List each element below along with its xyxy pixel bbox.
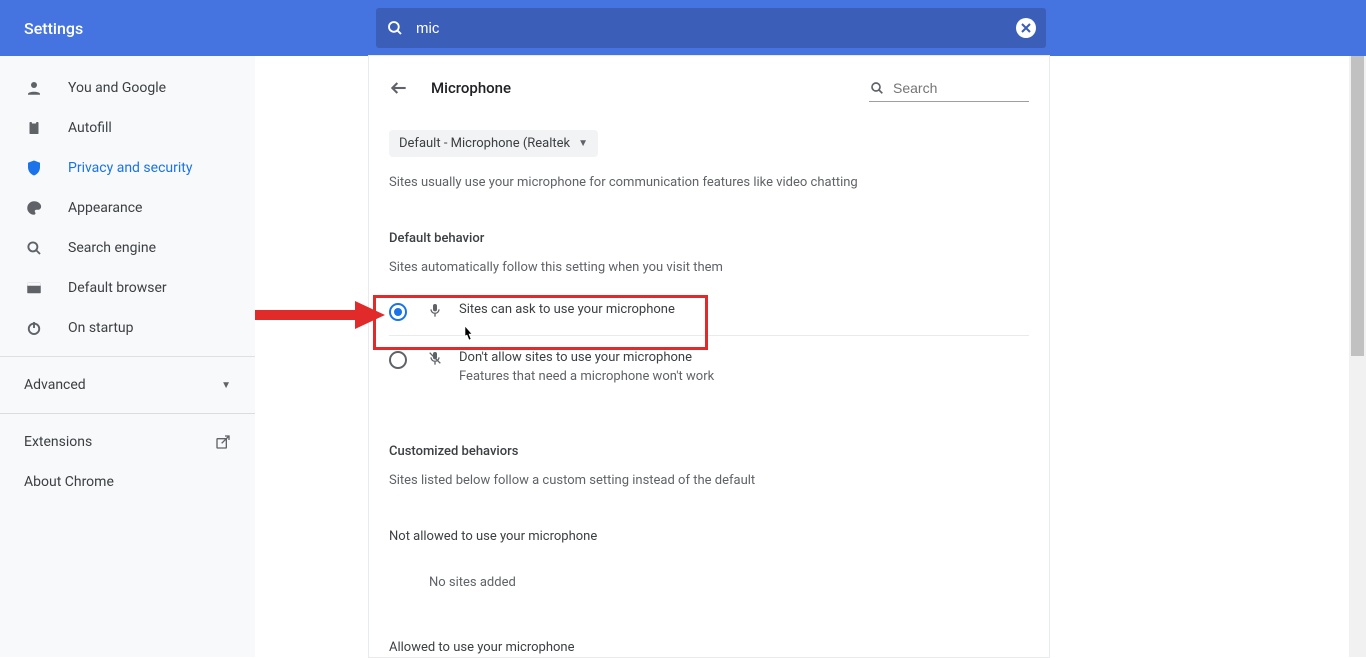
sidebar-item-label: Appearance: [68, 200, 142, 216]
custom-sub: Sites listed below follow a custom setti…: [389, 471, 1029, 491]
sidebar-extensions[interactable]: Extensions: [0, 422, 255, 462]
scrollbar-thumb[interactable]: [1351, 56, 1364, 356]
sidebar-item-label: Privacy and security: [68, 160, 192, 176]
top-search-input[interactable]: [416, 20, 1016, 37]
sidebar-item-default-browser[interactable]: Default browser: [0, 268, 239, 308]
search-icon: [869, 80, 885, 96]
not-allowed-title: Not allowed to use your microphone: [389, 527, 1029, 547]
microphone-icon: [425, 302, 445, 318]
app-title: Settings: [24, 19, 354, 38]
no-sites-text: No sites added: [429, 575, 1029, 590]
sidebar-item-label: Autofill: [68, 120, 112, 136]
sidebar: You and Google Autofill Privacy and secu…: [0, 56, 255, 657]
clipboard-icon: [24, 118, 44, 138]
back-arrow-icon[interactable]: [389, 78, 409, 98]
sidebar-item-privacy[interactable]: Privacy and security: [0, 148, 239, 188]
main-content: Microphone Default - Microphone (Realtek…: [369, 56, 1049, 657]
palette-icon: [24, 198, 44, 218]
sidebar-item-label: On startup: [68, 320, 134, 336]
default-behavior-title: Default behavior: [389, 231, 1029, 246]
sidebar-item-label: Search engine: [68, 240, 156, 256]
sidebar-item-autofill[interactable]: Autofill: [0, 108, 239, 148]
sidebar-item-label: Default browser: [68, 280, 167, 296]
dropdown-value: Default - Microphone (Realtek: [399, 136, 570, 151]
scrollbar[interactable]: [1349, 56, 1366, 657]
advanced-label: Advanced: [24, 377, 86, 393]
sidebar-advanced[interactable]: Advanced ▼: [0, 365, 255, 405]
radio-option-allow[interactable]: Sites can ask to use your microphone: [389, 288, 1029, 335]
sidebar-item-appearance[interactable]: Appearance: [0, 188, 239, 228]
intro-text: Sites usually use your microphone for co…: [389, 173, 1029, 193]
microphone-off-icon: [425, 350, 445, 366]
magnifier-icon: [24, 238, 44, 258]
content-search[interactable]: [869, 74, 1029, 102]
custom-title: Customized behaviors: [389, 444, 1029, 459]
sidebar-item-you-and-google[interactable]: You and Google: [0, 68, 239, 108]
radio-option2-label: Don't allow sites to use your microphone: [459, 350, 714, 365]
radio-option1-label: Sites can ask to use your microphone: [459, 302, 675, 317]
open-external-icon: [215, 434, 231, 450]
extensions-label: Extensions: [24, 434, 92, 450]
shield-icon: [24, 158, 44, 178]
browser-icon: [24, 278, 44, 298]
radio-option2-sub: Features that need a microphone won't wo…: [459, 369, 714, 384]
caret-down-icon: ▼: [221, 380, 231, 391]
content-search-input[interactable]: [893, 80, 1074, 96]
sidebar-item-label: You and Google: [68, 80, 166, 96]
search-icon: [386, 19, 404, 37]
top-searchbar[interactable]: [376, 8, 1046, 48]
page-title: Microphone: [431, 79, 511, 97]
radio-option-block[interactable]: Don't allow sites to use your microphone…: [389, 335, 1029, 398]
radio-unselected-icon[interactable]: [389, 351, 407, 369]
header: Settings: [0, 0, 1366, 56]
radio-group: Sites can ask to use your microphone Don…: [389, 288, 1029, 398]
sidebar-item-on-startup[interactable]: On startup: [0, 308, 239, 348]
sidebar-item-search-engine[interactable]: Search engine: [0, 228, 239, 268]
about-label: About Chrome: [24, 474, 114, 490]
microphone-dropdown[interactable]: Default - Microphone (Realtek ▼: [389, 130, 598, 157]
person-icon: [24, 78, 44, 98]
default-behavior-sub: Sites automatically follow this setting …: [389, 258, 1029, 278]
clear-search-icon[interactable]: [1016, 18, 1036, 38]
power-icon: [24, 318, 44, 338]
dropdown-caret-icon: ▼: [578, 138, 588, 149]
allowed-title: Allowed to use your microphone: [389, 638, 1029, 658]
sidebar-about[interactable]: About Chrome: [0, 462, 255, 502]
radio-selected-icon[interactable]: [389, 303, 407, 321]
